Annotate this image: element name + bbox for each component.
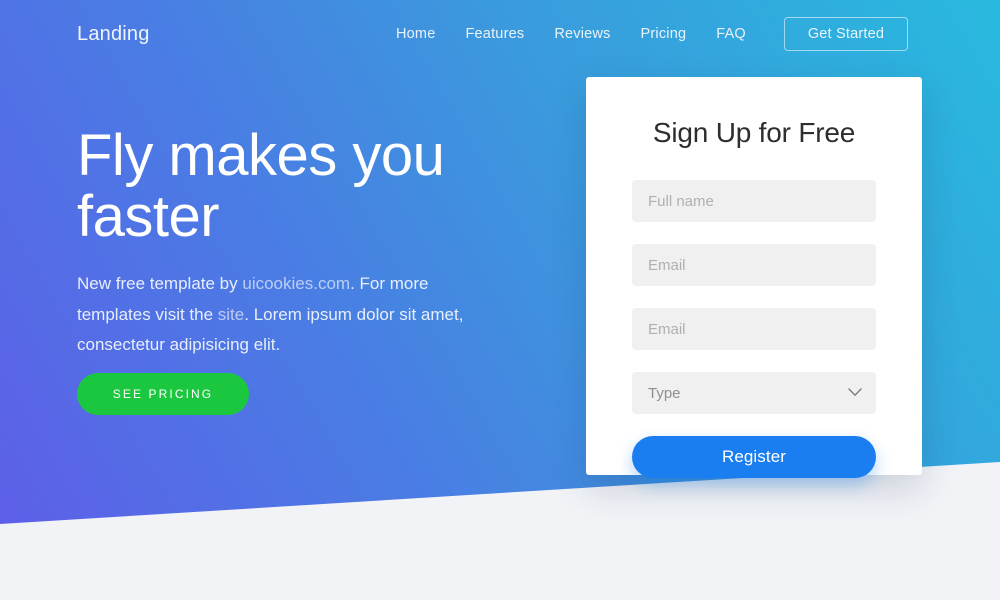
email-confirm-input[interactable] <box>632 308 876 350</box>
hero-link-site[interactable]: site <box>218 305 244 324</box>
landing-page: Landing Home Features Reviews Pricing FA… <box>0 0 1000 600</box>
hero-paragraph-text-1: New free template by <box>77 274 243 293</box>
nav-links: Home Features Reviews Pricing FAQ <box>396 24 746 44</box>
nav-link-pricing[interactable]: Pricing <box>641 24 703 44</box>
signup-card: Sign Up for Free Type Register <box>586 77 922 478</box>
brand-logo[interactable]: Landing <box>77 21 150 47</box>
type-select[interactable]: Type <box>632 372 876 414</box>
signup-title: Sign Up for Free <box>652 117 856 148</box>
hero-link-uicookies[interactable]: uicookies.com <box>242 274 350 293</box>
type-select-value[interactable]: Type <box>632 372 876 414</box>
hero-paragraph: New free template by uicookies.com. For … <box>77 247 469 361</box>
nav-link-features[interactable]: Features <box>465 24 540 44</box>
register-button[interactable]: Register <box>632 436 876 478</box>
hero-content: Fly makes you faster New free template b… <box>77 123 507 415</box>
top-navigation: Landing Home Features Reviews Pricing FA… <box>0 0 1000 68</box>
hero-title: Fly makes you faster <box>77 123 445 249</box>
full-name-input[interactable] <box>632 180 876 222</box>
see-pricing-button[interactable]: See Pricing <box>77 373 249 415</box>
get-started-button[interactable]: Get Started <box>784 17 908 51</box>
nav-link-reviews[interactable]: Reviews <box>554 24 626 44</box>
nav-link-faq[interactable]: FAQ <box>716 24 746 44</box>
nav-link-home[interactable]: Home <box>396 24 451 44</box>
email-input[interactable] <box>632 244 876 286</box>
